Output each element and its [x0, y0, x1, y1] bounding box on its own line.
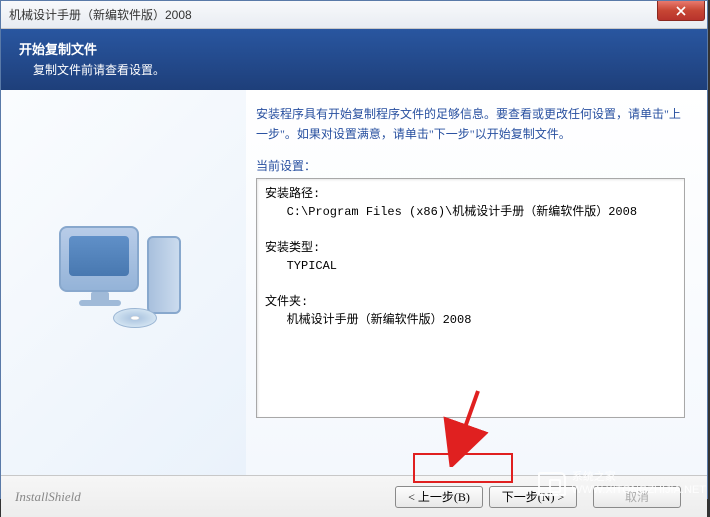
watermark: 系统之家 WWW.XITONGZHIJIA.NET	[538, 471, 706, 497]
watermark-icon	[538, 472, 566, 496]
computer-icon	[49, 208, 199, 358]
sidebar-image	[1, 90, 246, 475]
header: 开始复制文件 复制文件前请查看设置。	[1, 29, 707, 90]
close-icon	[676, 6, 686, 16]
content-area: 安装程序具有开始复制程序文件的足够信息。要查看或更改任何设置，请单击"上一步"。…	[246, 90, 707, 475]
watermark-text: 系统之家 WWW.XITONGZHIJIA.NET	[572, 471, 706, 497]
titlebar: 机械设计手册（新编软件版）2008	[1, 1, 707, 29]
watermark-line1: 系统之家	[572, 471, 706, 484]
watermark-line2: WWW.XITONGZHIJIA.NET	[572, 484, 706, 497]
brand-label: InstallShield	[15, 489, 81, 505]
window-title: 机械设计手册（新编软件版）2008	[9, 6, 192, 23]
back-button[interactable]: < 上一步(B)	[395, 486, 483, 508]
header-title: 开始复制文件	[19, 39, 689, 58]
current-settings-label: 当前设置：	[256, 157, 685, 174]
close-button[interactable]	[657, 1, 705, 21]
intro-text: 安装程序具有开始复制程序文件的足够信息。要查看或更改任何设置，请单击"上一步"。…	[256, 104, 685, 145]
settings-textbox[interactable]: 安装路径: C:\Program Files (x86)\机械设计手册（新编软件…	[256, 178, 685, 418]
body: 安装程序具有开始复制程序文件的足够信息。要查看或更改任何设置，请单击"上一步"。…	[1, 90, 707, 475]
installer-window: 机械设计手册（新编软件版）2008 开始复制文件 复制文件前请查看设置。 安装程…	[0, 0, 708, 499]
header-subtitle: 复制文件前请查看设置。	[33, 61, 689, 78]
